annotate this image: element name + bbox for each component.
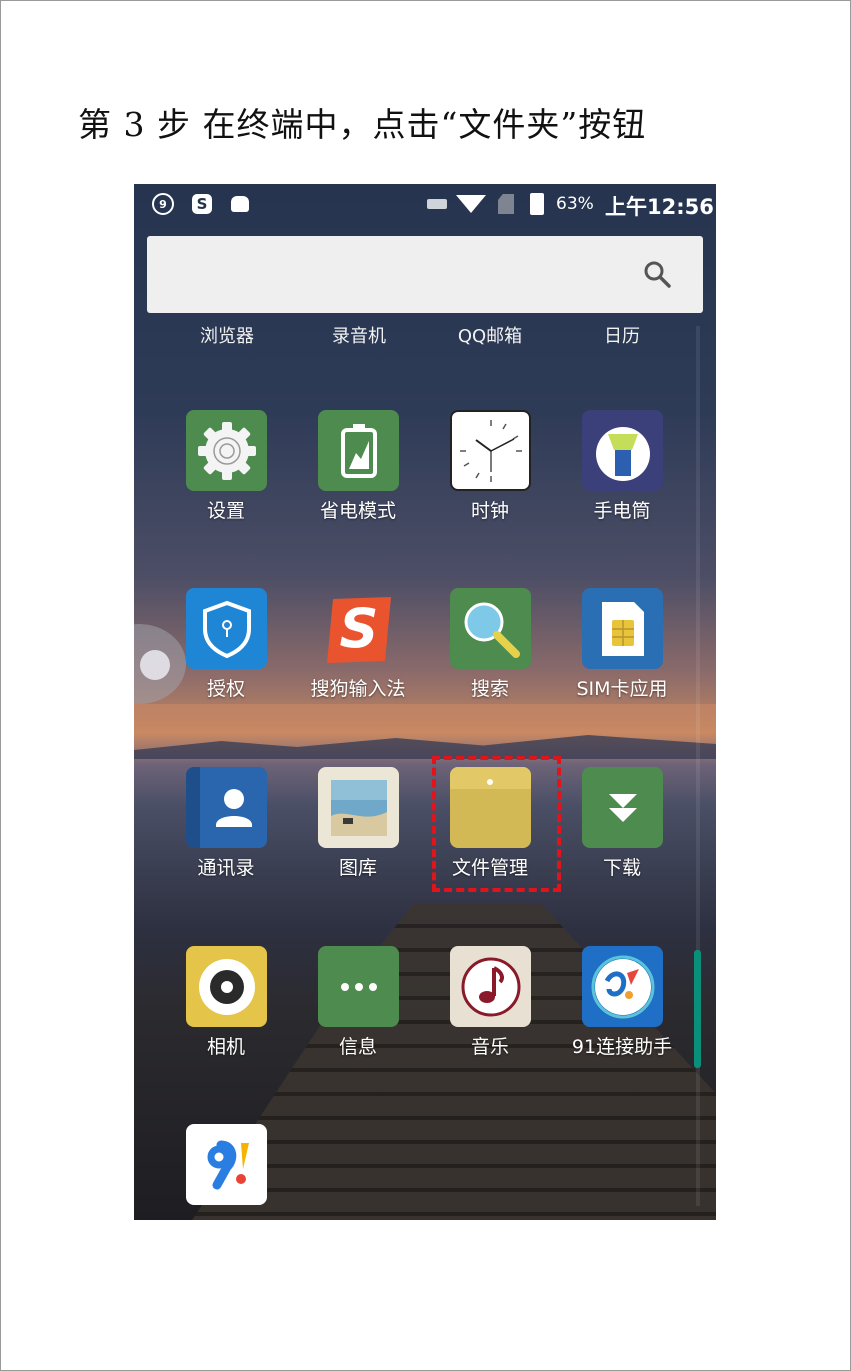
sogou-icon: S — [192, 194, 212, 214]
app-sogou-input[interactable]: S 搜狗输入法 — [293, 588, 423, 713]
app-label: 通讯录 — [197, 857, 255, 879]
app-label: 下载 — [602, 857, 641, 879]
android-debug-icon — [231, 196, 249, 212]
app-label: 音乐 — [470, 1036, 509, 1058]
app-label: 91连接助手 — [571, 1036, 673, 1058]
app-clock[interactable]: 时钟 — [425, 410, 555, 535]
app-91-connect[interactable]: 91连接助手 — [557, 946, 687, 1071]
app-label: 设置 — [206, 500, 245, 522]
camera-icon — [186, 946, 267, 1027]
step-title: 第 3 步 在终端中，点击“文件夹”按钮 — [78, 105, 647, 144]
app-label: 信息 — [338, 1036, 377, 1058]
app-power-saving[interactable]: 省电模式 — [293, 410, 423, 535]
battery-save-icon — [318, 410, 399, 491]
91-connect-icon — [582, 946, 663, 1027]
search-icon[interactable] — [643, 260, 671, 288]
battery-percent: 63% — [556, 194, 594, 214]
app-contacts[interactable]: 通讯录 — [161, 767, 291, 892]
app-91-assistant[interactable] — [161, 1124, 291, 1220]
app-search[interactable]: 搜索 — [425, 588, 555, 713]
flashlight-icon — [582, 410, 663, 491]
download-icon — [582, 767, 663, 848]
app-gallery[interactable]: 图库 — [293, 767, 423, 892]
app-settings[interactable]: 设置 — [161, 410, 291, 535]
91-assistant-icon: 9 — [152, 193, 174, 215]
search-bar[interactable] — [147, 236, 703, 313]
phone-screenshot: 9 S 63% 上午12:56 浏览器 录音机 QQ邮箱 日历 设置 省电模式 … — [134, 184, 716, 1220]
magnifier-icon — [450, 588, 531, 669]
status-bar: 9 S 63% 上午12:56 — [134, 184, 716, 224]
svg-text:S: S — [339, 597, 378, 660]
app-messages[interactable]: 信息 — [293, 946, 423, 1071]
app-camera[interactable]: 相机 — [161, 946, 291, 1071]
gear-icon — [186, 410, 267, 491]
gallery-icon — [318, 767, 399, 848]
app-label: 省电模式 — [319, 500, 396, 522]
floating-ball-center — [140, 650, 170, 680]
contacts-icon — [186, 767, 267, 848]
music-note-icon — [450, 946, 531, 1027]
app-label: 搜狗输入法 — [310, 678, 406, 700]
keyboard-icon — [427, 199, 447, 209]
app-label: SIM卡应用 — [576, 678, 668, 700]
app-label-qqmail[interactable]: QQ邮箱 — [430, 322, 550, 348]
message-icon — [318, 946, 399, 1027]
shield-icon — [186, 588, 267, 669]
app-label-calendar[interactable]: 日历 — [562, 322, 682, 348]
battery-charging-icon — [530, 193, 544, 215]
app-label: 手电筒 — [593, 500, 651, 522]
sogou-s-icon: S — [318, 588, 399, 669]
app-sim-toolkit[interactable]: SIM卡应用 — [557, 588, 687, 713]
app-label: 时钟 — [470, 500, 509, 522]
app-downloads[interactable]: 下载 — [557, 767, 687, 892]
app-label: 搜索 — [470, 678, 509, 700]
no-sim-icon — [498, 194, 514, 214]
highlight-box — [432, 756, 561, 892]
app-flashlight[interactable]: 手电筒 — [557, 410, 687, 535]
app-label-recorder[interactable]: 录音机 — [299, 322, 419, 348]
wifi-icon — [456, 195, 486, 213]
91-logo-icon — [186, 1124, 267, 1205]
app-label: 图库 — [338, 857, 377, 879]
scrollbar-track — [696, 326, 700, 1206]
clock-icon — [450, 410, 531, 491]
app-label-browser[interactable]: 浏览器 — [167, 322, 287, 348]
sim-card-icon — [582, 588, 663, 669]
app-music[interactable]: 音乐 — [425, 946, 555, 1071]
app-label: 相机 — [206, 1036, 245, 1058]
clock-time: 上午12:56 — [605, 195, 714, 219]
